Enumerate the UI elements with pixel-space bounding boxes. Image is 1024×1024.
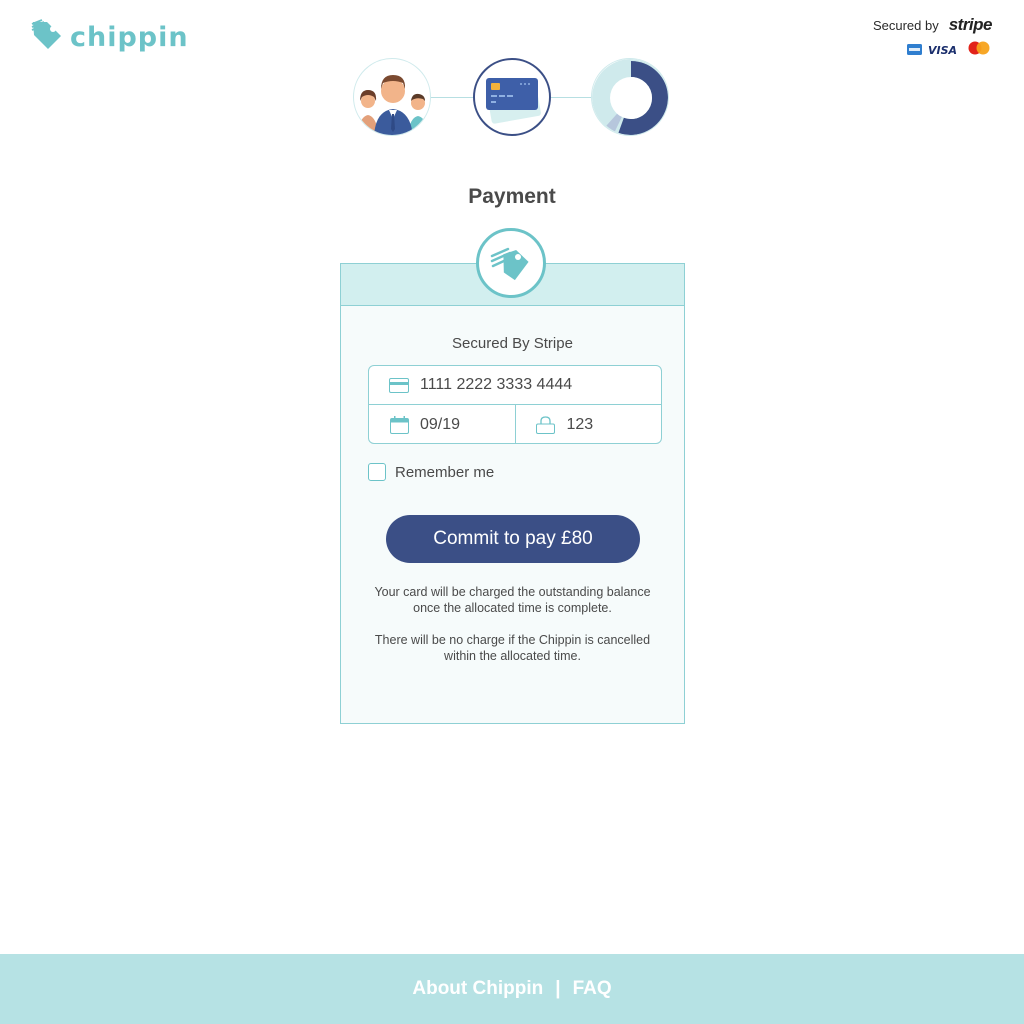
remember-me[interactable]: Remember me [368,463,494,481]
card-fields [368,365,662,444]
footer-separator: | [555,978,561,999]
price-tag-icon [490,247,529,281]
logo-text: chippin [70,22,189,53]
secured-label: Secured by [872,17,939,33]
cancel-note: There will be no charge if the Chippin i… [374,633,651,663]
footer: About Chippin | FAQ [0,954,1024,1024]
charge-note: Your card will be charged the outstandin… [374,585,651,615]
step-group[interactable] [353,58,431,136]
accepted-cards: VISA [873,41,992,60]
tag-badge [476,228,546,298]
tag-logo-icon [30,18,64,57]
about-link[interactable]: About Chippin [412,978,543,1000]
step-connector [551,97,591,98]
amex-icon [907,42,922,60]
svg-text:VISA: VISA [928,44,957,55]
chippin-logo[interactable]: chippin [30,18,189,57]
faq-link[interactable]: FAQ [573,978,612,1000]
progress-steps [353,58,671,136]
mastercard-icon [966,41,992,60]
credit-card-icon [486,78,541,124]
card-number-input[interactable] [420,376,650,394]
remember-checkbox[interactable] [368,463,386,481]
step-connector [431,97,473,98]
expiry-input[interactable] [420,415,510,434]
lock-icon [535,415,557,434]
visa-icon: VISA [928,42,960,60]
panel-subtitle: Secured By Stripe [452,335,573,352]
remember-label: Remember me [395,463,495,481]
secured-by-stripe: Secured by stripe VISA [872,15,993,60]
step-payment[interactable] [473,58,551,136]
cvc-input[interactable] [566,415,647,434]
people-icon [358,75,429,135]
page-title: Payment [468,185,556,208]
commit-to-pay-button[interactable]: Commit to pay £80 [386,515,640,563]
donut-progress-icon [592,59,668,135]
step-progress[interactable] [591,58,669,136]
stripe-logo: stripe [948,15,993,34]
calendar-icon [388,415,410,434]
card-icon [388,376,410,394]
